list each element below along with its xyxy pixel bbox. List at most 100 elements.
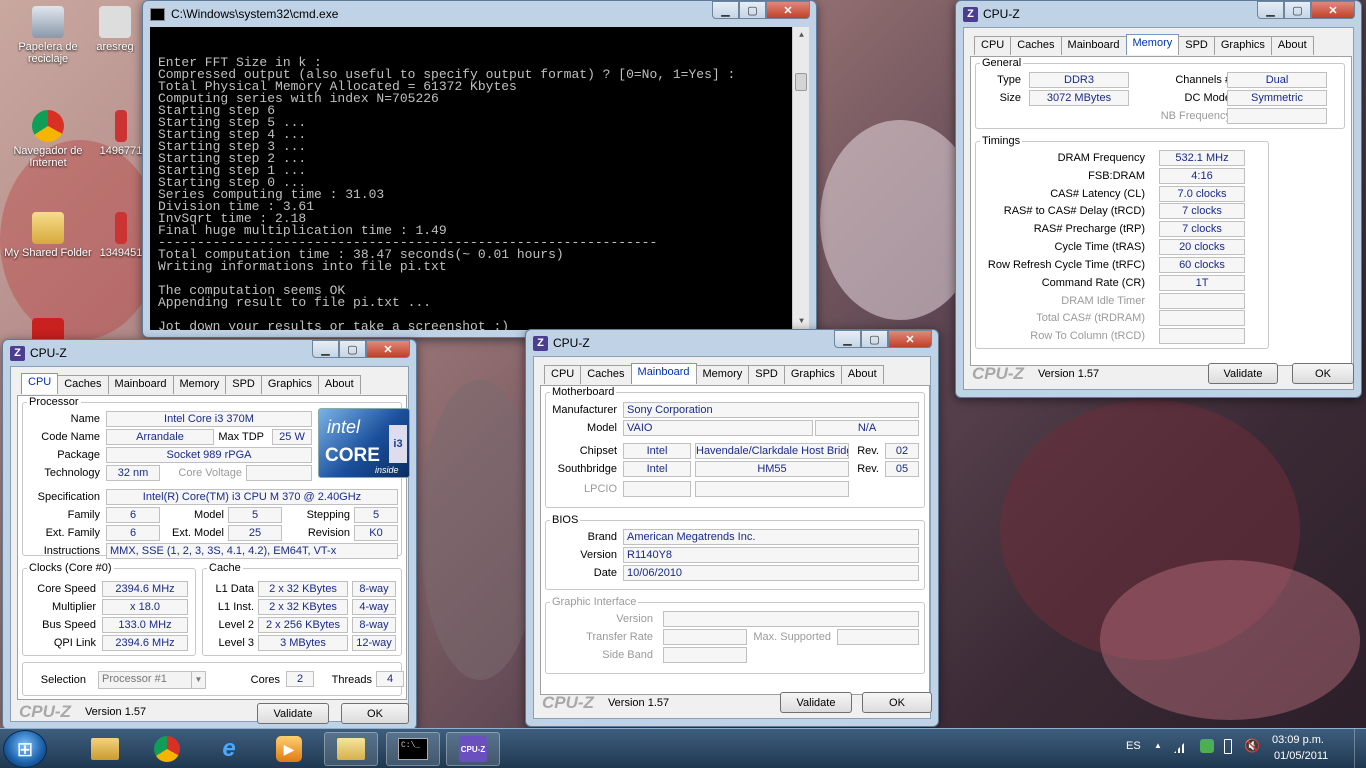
model-value: 5	[228, 507, 282, 523]
cores-value: 2	[286, 671, 314, 687]
max-tdp-value: 25 W	[272, 429, 312, 445]
minimize-button[interactable]: ▁	[712, 1, 739, 19]
desktop-icon-1496771[interactable]: 1496771	[96, 110, 146, 157]
tab-caches[interactable]: Caches	[1010, 36, 1062, 55]
cmd-console[interactable]: Enter FFT Size in k : Compressed output …	[150, 27, 809, 330]
trfc-value: 60 clocks	[1159, 257, 1245, 273]
volume-muted-icon[interactable]: 🔇	[1244, 738, 1260, 754]
tab-cpu[interactable]: CPU	[544, 365, 582, 384]
taskbar-chrome[interactable]	[140, 732, 194, 766]
taskbar-cmd[interactable]: C:\_	[386, 732, 440, 766]
desktop-icon-browser[interactable]: Navegador de Internet	[3, 110, 93, 169]
tab-panel: Processor Name Intel Core i3 370M Code N…	[17, 395, 410, 700]
tab-spd[interactable]: SPD	[748, 365, 785, 384]
cpuz-cpu-window[interactable]: Z CPU-Z ▁ ▢ ✕ CPU Caches Mainboard Memor…	[2, 339, 417, 730]
language-indicator[interactable]: ES	[1126, 740, 1141, 752]
chevron-down-icon[interactable]: ▼	[191, 672, 205, 688]
scroll-up-icon[interactable]: ▲	[793, 27, 809, 44]
level3-assoc: 12-way	[352, 635, 396, 651]
l1-inst-value: 2 x 32 KBytes	[258, 599, 348, 615]
nb-frequency-value	[1227, 108, 1327, 124]
lpcio-value	[695, 481, 849, 497]
app-tray-icon[interactable]	[1200, 739, 1214, 753]
ok-button[interactable]: OK	[341, 703, 409, 724]
minimize-button[interactable]: ▁	[1257, 1, 1284, 19]
cmd-scrollbar[interactable]: ▲ ▼	[792, 27, 809, 330]
tab-about[interactable]: About	[317, 375, 361, 394]
tab-mainboard[interactable]: Mainboard	[107, 375, 174, 394]
maximize-button[interactable]: ▢	[339, 340, 366, 358]
tab-memory[interactable]: Memory	[172, 375, 227, 394]
tab-about[interactable]: About	[1270, 36, 1314, 55]
close-button[interactable]: ✕	[1311, 1, 1355, 19]
level2-value: 2 x 256 KBytes	[258, 617, 348, 633]
cpu-name-value: Intel Core i3 370M	[106, 411, 312, 427]
chipset-rev-value: 02	[885, 443, 919, 459]
chipset-vendor-value: Intel	[623, 443, 691, 459]
revision-value: K0	[354, 525, 398, 541]
cmd-icon: C:\_	[398, 738, 428, 760]
start-button[interactable]: ⊞	[3, 730, 47, 768]
close-button[interactable]: ✕	[888, 330, 932, 348]
tab-graphics[interactable]: Graphics	[1213, 36, 1272, 55]
taskbar-cpuz[interactable]: CPU-Z	[446, 732, 500, 766]
cpuz-logo-icon: Z	[10, 345, 25, 361]
clock-time[interactable]: 03:09 p.m.	[1272, 734, 1324, 746]
cpuz-memory-window[interactable]: Z CPU-Z ▁ ▢ ✕ CPU Caches Mainboard Memor…	[955, 0, 1362, 398]
version-label: Version 1.57	[607, 697, 670, 709]
maximize-button[interactable]: ▢	[739, 1, 766, 19]
show-desktop-button[interactable]	[1354, 729, 1366, 768]
gi-max-supported-value	[837, 629, 919, 645]
cmd-window[interactable]: C:\Windows\system32\cmd.exe ▁ ▢ ✕ Enter …	[142, 0, 817, 338]
tab-graphics[interactable]: Graphics	[260, 375, 319, 394]
scroll-down-icon[interactable]: ▼	[793, 313, 809, 330]
cpuz-mainboard-window[interactable]: Z CPU-Z ▁ ▢ ✕ CPU Caches Mainboard Memor…	[525, 329, 939, 727]
dram-idle-value	[1159, 293, 1245, 309]
tab-mainboard[interactable]: Mainboard	[630, 363, 697, 384]
taskbar-media-player[interactable]: ▶	[262, 732, 316, 766]
desktop-icon-shared-folder[interactable]: My Shared Folder	[3, 212, 93, 259]
tab-graphics[interactable]: Graphics	[783, 365, 842, 384]
tab-cpu[interactable]: CPU	[21, 373, 59, 394]
desktop-icon-aresreg[interactable]: aresreg	[90, 6, 140, 53]
tab-memory[interactable]: Memory	[695, 365, 750, 384]
scroll-thumb[interactable]	[795, 73, 807, 91]
validate-button[interactable]: Validate	[257, 703, 329, 724]
tab-mainboard[interactable]: Mainboard	[1060, 36, 1127, 55]
specification-value: Intel(R) Core(TM) i3 CPU M 370 @ 2.40GHz	[106, 489, 398, 505]
close-button[interactable]: ✕	[366, 340, 410, 358]
minimize-button[interactable]: ▁	[312, 340, 339, 358]
desktop-icon-1349451[interactable]: 1349451	[96, 212, 146, 259]
maximize-button[interactable]: ▢	[1284, 1, 1311, 19]
close-button[interactable]: ✕	[766, 1, 810, 19]
cmd-titlebar[interactable]: C:\Windows\system32\cmd.exe	[150, 1, 809, 27]
battery-icon[interactable]	[1224, 739, 1232, 754]
chrome-icon	[32, 110, 64, 142]
tab-caches[interactable]: Caches	[57, 375, 109, 394]
processor-select[interactable]: Processor #1 ▼	[98, 671, 206, 689]
tab-about[interactable]: About	[840, 365, 884, 384]
validate-button[interactable]: Validate	[780, 692, 852, 713]
ok-button[interactable]: OK	[862, 692, 932, 713]
level2-assoc: 8-way	[352, 617, 396, 633]
show-hidden-icons[interactable]: ▲	[1154, 741, 1162, 750]
taskbar-ie[interactable]: e	[202, 732, 256, 766]
tab-spd[interactable]: SPD	[225, 375, 262, 394]
tab-cpu[interactable]: CPU	[974, 36, 1012, 55]
maximize-button[interactable]: ▢	[861, 330, 888, 348]
taskbar-folder-window[interactable]	[324, 732, 378, 766]
network-icon[interactable]	[1174, 739, 1188, 753]
minimize-button[interactable]: ▁	[834, 330, 861, 348]
tab-spd[interactable]: SPD	[1178, 36, 1215, 55]
taskbar-explorer[interactable]	[78, 732, 132, 766]
tab-caches[interactable]: Caches	[580, 365, 632, 384]
validate-button[interactable]: Validate	[1208, 363, 1278, 384]
ok-button[interactable]: OK	[1292, 363, 1354, 384]
bios-date-value: 10/06/2010	[623, 565, 919, 581]
clock-date[interactable]: 01/05/2011	[1274, 750, 1328, 762]
intel-core-i3-logo: intel CORE inside i3	[318, 408, 410, 478]
cpuz-brand: CPU-Z	[19, 702, 71, 721]
tab-memory[interactable]: Memory	[1125, 34, 1180, 55]
stepping-value: 5	[354, 507, 398, 523]
desktop-icon-recycle-bin[interactable]: Papelera de reciclaje	[3, 6, 93, 65]
